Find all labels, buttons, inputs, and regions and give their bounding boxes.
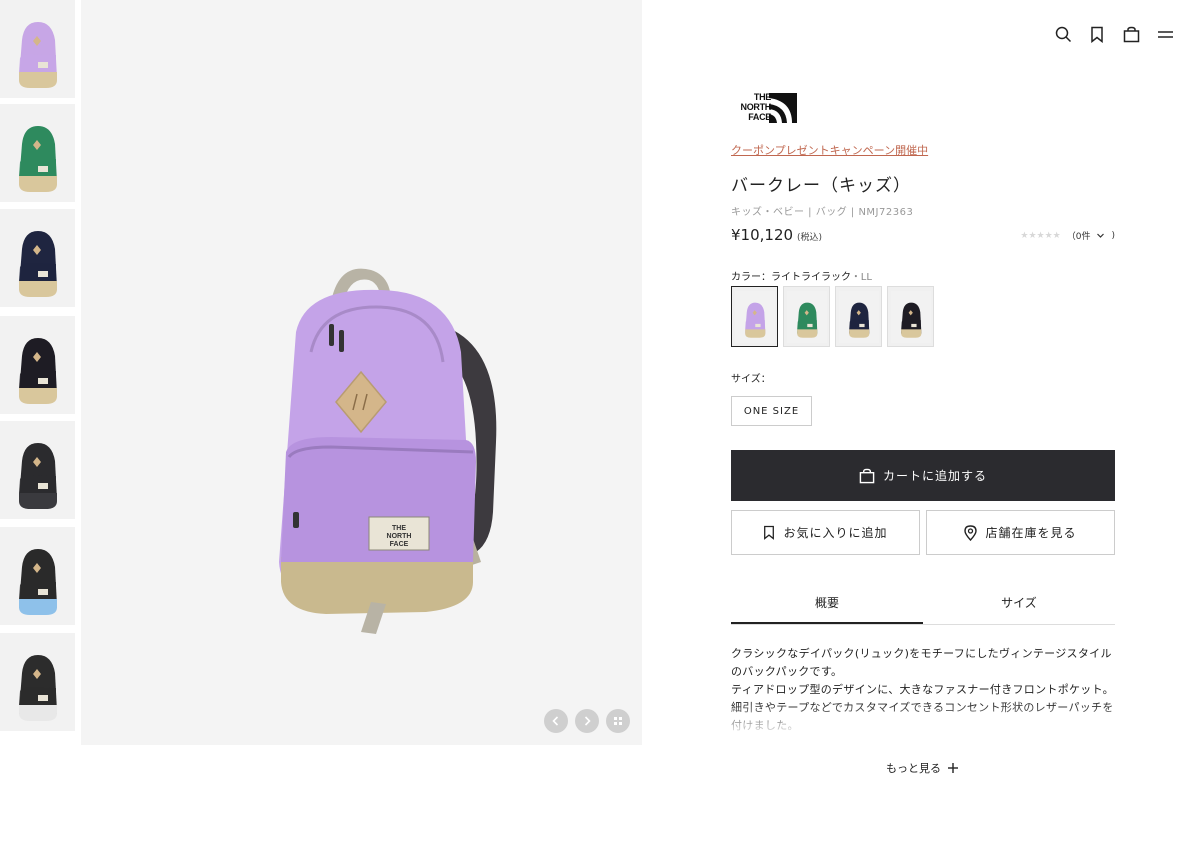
color-label: カラー：ライトライラック・LL xyxy=(731,268,872,283)
header-actions xyxy=(1054,25,1174,43)
product-page: THE NORTH FACE THE NORTH FACE クーポンプレゼントキ… xyxy=(0,0,1200,841)
thumbnail-5[interactable] xyxy=(0,421,75,519)
rating-stars: ★★★★★ xyxy=(1020,230,1061,241)
thumbnail-1[interactable] xyxy=(0,0,75,98)
store-stock-button[interactable]: 店舗在庫を見る xyxy=(926,510,1115,555)
thumbnail-4[interactable] xyxy=(0,316,75,414)
tab-size[interactable]: サイズ xyxy=(923,590,1115,624)
color-swatches xyxy=(731,286,934,347)
rating-summary[interactable]: ★★★★★ （0件 ) xyxy=(1020,229,1115,243)
location-pin-icon xyxy=(964,524,978,541)
price-value: ¥10,120 xyxy=(731,226,794,244)
backpack-image: THE NORTH FACE xyxy=(279,268,497,634)
campaign-link[interactable]: クーポンプレゼントキャンペーン開催中 xyxy=(731,142,928,158)
chevron-right-icon xyxy=(584,716,591,726)
add-to-cart-button[interactable]: カートに追加する xyxy=(731,450,1115,501)
svg-text:NORTH: NORTH xyxy=(387,533,412,540)
bag-icon[interactable] xyxy=(1122,25,1140,43)
half-dome-icon xyxy=(769,93,797,123)
description-paragraph-1: クラシックなデイパック(リュック)をモチーフにしたヴィンテージスタイルのバックパ… xyxy=(731,647,1112,678)
thumbnail-6[interactable] xyxy=(0,527,75,625)
brand-logo[interactable]: THE NORTH FACE xyxy=(731,92,799,124)
description-fade xyxy=(731,703,1115,737)
logo-wordmark: THE NORTH FACE xyxy=(740,92,772,122)
rating-close-paren: ) xyxy=(1111,230,1115,241)
color-swatch-1[interactable] xyxy=(731,286,778,347)
thumbnail-2[interactable] xyxy=(0,104,75,202)
chevron-left-icon xyxy=(552,716,559,726)
bookmark-icon xyxy=(764,525,775,540)
plus-icon xyxy=(948,763,958,773)
search-icon[interactable] xyxy=(1054,25,1072,43)
color-code: ・LL xyxy=(850,272,872,283)
bookmark-icon[interactable] xyxy=(1088,25,1106,43)
color-swatch-4[interactable] xyxy=(887,286,934,347)
info-tabs: 概要 サイズ xyxy=(731,590,1115,625)
prev-image-button[interactable] xyxy=(544,709,568,733)
svg-text:FACE: FACE xyxy=(390,541,409,548)
product-description: クラシックなデイパック(リュック)をモチーフにしたヴィンテージスタイルのバックパ… xyxy=(731,645,1115,737)
menu-icon[interactable] xyxy=(1156,25,1174,43)
color-swatch-3[interactable] xyxy=(835,286,882,347)
grid-icon xyxy=(614,717,622,725)
tab-overview[interactable]: 概要 xyxy=(731,590,923,624)
svg-text:THE: THE xyxy=(392,525,406,532)
main-product-image: THE NORTH FACE xyxy=(81,0,642,745)
thumbnail-3[interactable] xyxy=(0,209,75,307)
add-favorite-label: お気に入りに追加 xyxy=(783,526,888,540)
size-option-one-size[interactable]: ONE SIZE xyxy=(731,396,812,426)
store-stock-label: 店舗在庫を見る xyxy=(985,526,1077,540)
color-name: カラー：ライトライラック xyxy=(731,272,851,283)
bag-icon xyxy=(859,468,875,483)
tax-note: (税込) xyxy=(797,233,823,243)
rating-count: （0件 xyxy=(1066,232,1091,242)
chevron-down-icon xyxy=(1097,233,1105,238)
show-more-label: もっと見る xyxy=(886,762,941,775)
grid-view-button[interactable] xyxy=(606,709,630,733)
next-image-button[interactable] xyxy=(575,709,599,733)
thumbnail-7[interactable] xyxy=(0,633,75,731)
show-more-link[interactable]: もっと見る xyxy=(886,760,959,776)
color-swatch-2[interactable] xyxy=(783,286,830,347)
size-label: サイズ： xyxy=(731,374,771,385)
add-favorite-button[interactable]: お気に入りに追加 xyxy=(731,510,920,555)
product-meta: キッズ・ベビー | バッグ | NMJ72363 xyxy=(731,207,914,218)
add-to-cart-label: カートに追加する xyxy=(882,469,987,483)
product-title: バークレー（キッズ） xyxy=(731,176,911,196)
product-price: ¥10,120 (税込) xyxy=(731,226,822,244)
